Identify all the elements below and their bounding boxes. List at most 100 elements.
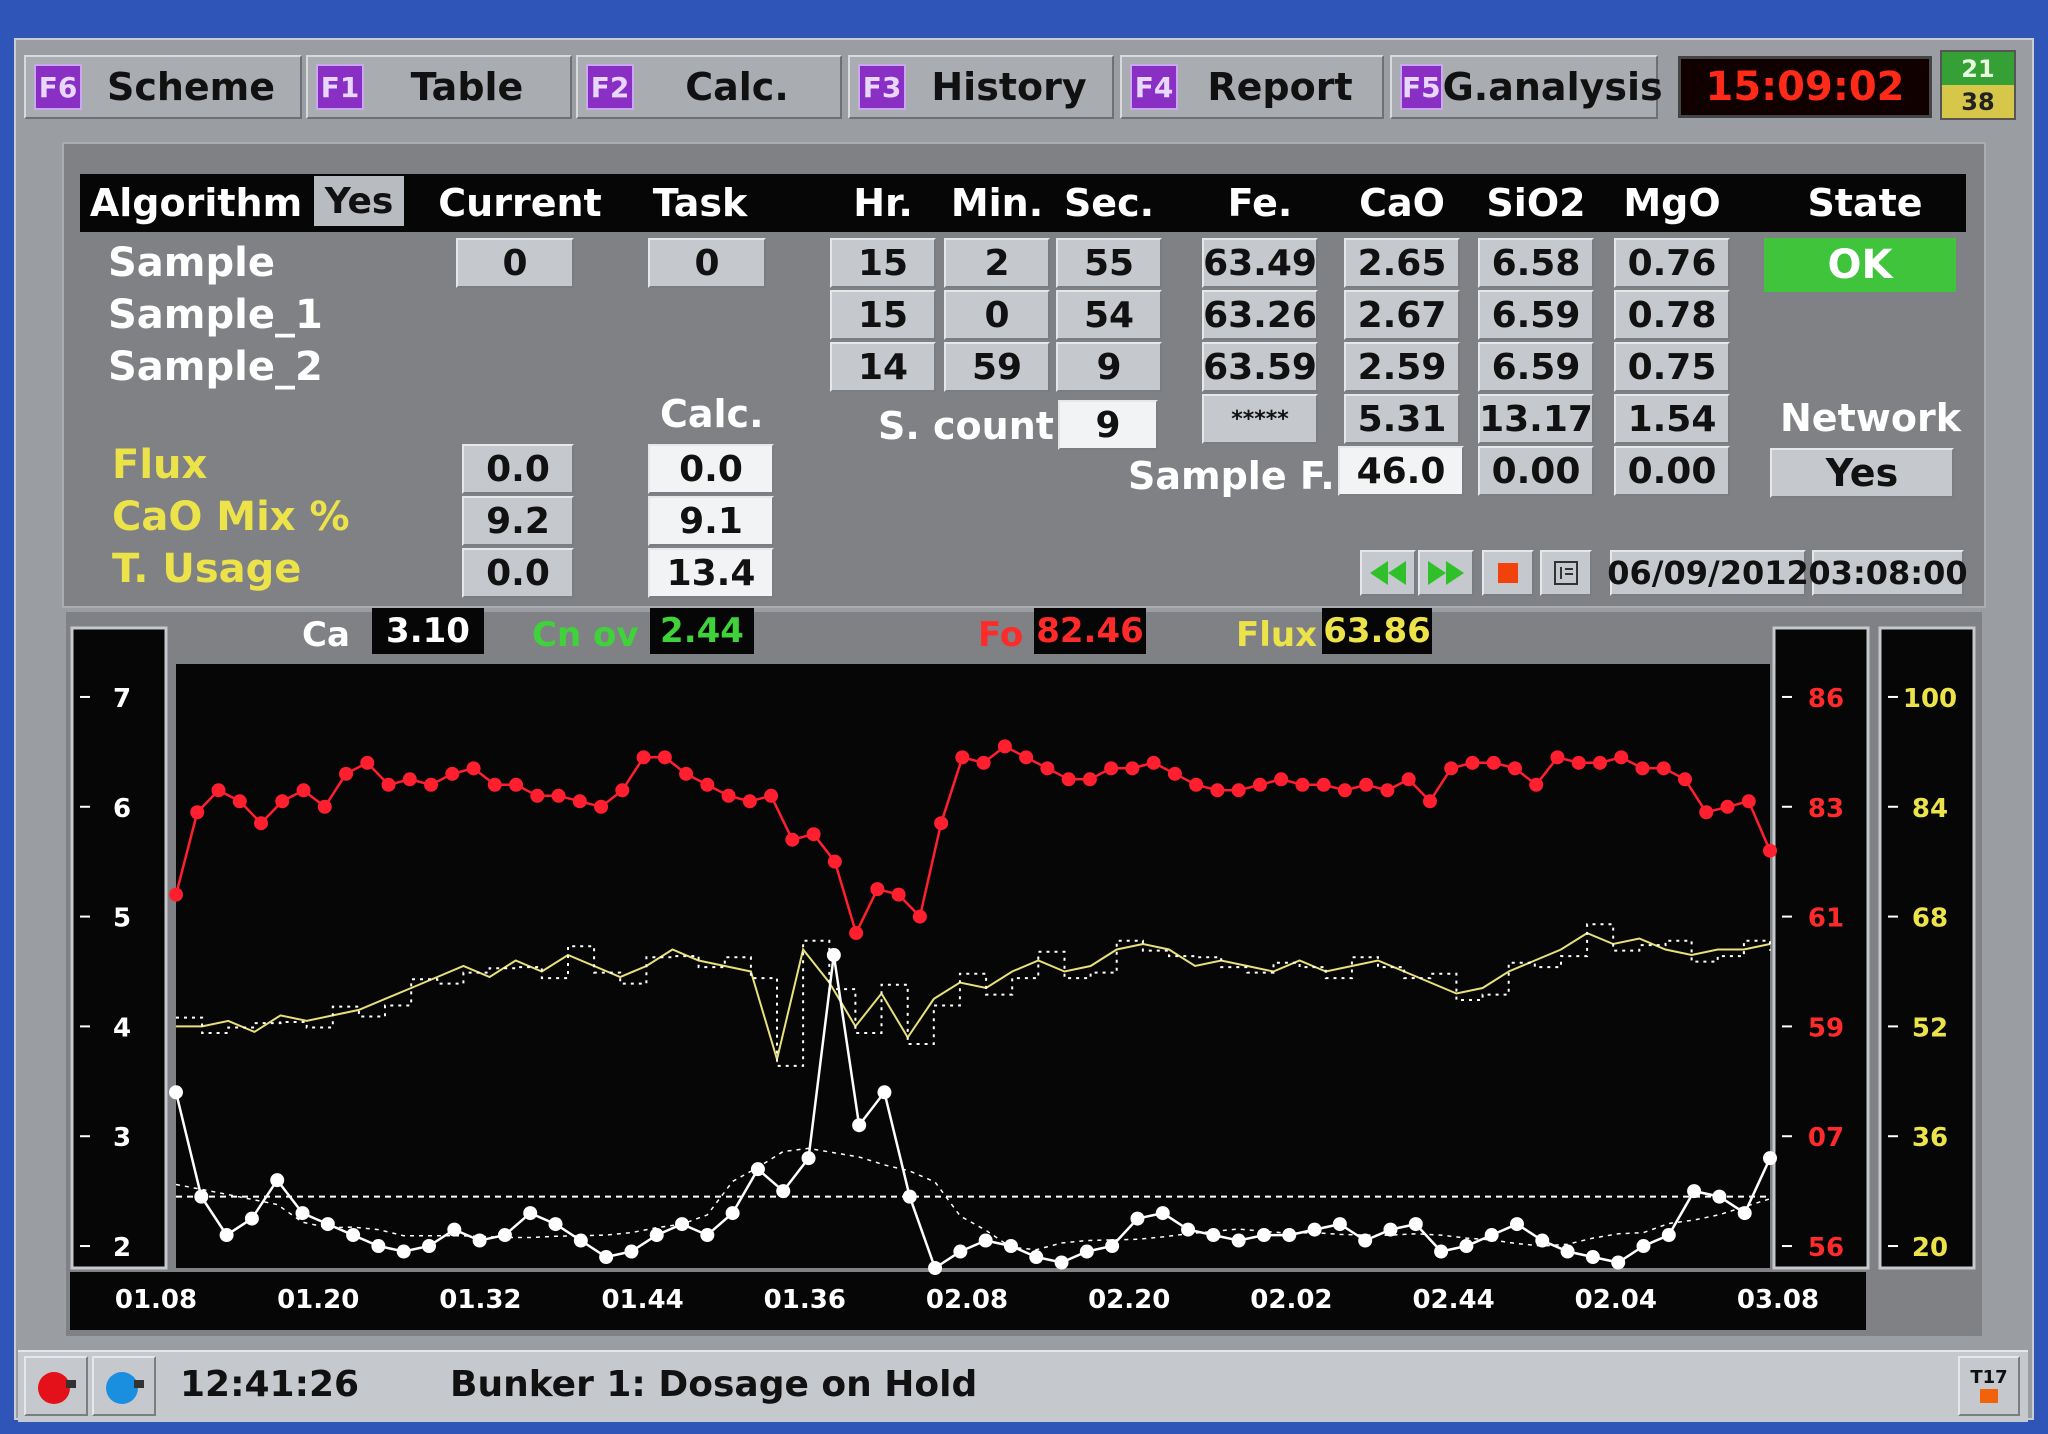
data-point-fo [891, 887, 906, 902]
data-point-fo [360, 755, 375, 770]
data-point-ca [1155, 1206, 1170, 1221]
data-point-fo [1720, 799, 1735, 814]
data-point-fo [806, 827, 821, 842]
data-point-ca [624, 1244, 639, 1259]
y2-tick-label: 83 [1808, 794, 1844, 824]
y3-tick-label: 84 [1912, 794, 1948, 824]
data-point-fo [572, 794, 587, 809]
data-point-fo [381, 777, 396, 792]
x-tick-label: 02.20 [1088, 1285, 1170, 1315]
data-point-ca [877, 1085, 892, 1100]
data-point-fo [424, 777, 439, 792]
data-point-fo [1380, 783, 1395, 798]
data-point-fo [1529, 777, 1544, 792]
data-point-fo [1082, 772, 1097, 787]
data-point-fo [1231, 783, 1246, 798]
data-point-ca [1408, 1217, 1423, 1232]
data-point-fo [1677, 772, 1692, 787]
data-point-fo [1125, 761, 1140, 776]
y-tick-label: 5 [113, 904, 131, 934]
data-point-fo [849, 926, 864, 941]
data-point-fo [317, 799, 332, 814]
data-point-fo [1571, 755, 1586, 770]
data-point-fo [1401, 772, 1416, 787]
data-point-ca [953, 1244, 968, 1259]
info-button[interactable] [92, 1356, 156, 1416]
x-tick-label: 01.20 [277, 1285, 359, 1315]
data-point-fo [1252, 777, 1267, 792]
data-point-ca [1459, 1239, 1474, 1254]
data-point-fo [1295, 777, 1310, 792]
data-point-ca [1256, 1228, 1271, 1243]
data-point-fo [551, 788, 566, 803]
data-point-fo [934, 816, 949, 831]
data-point-fo [742, 794, 757, 809]
data-point-fo [827, 854, 842, 869]
data-point-fo [1486, 755, 1501, 770]
data-point-ca [1105, 1239, 1120, 1254]
x-tick-label: 01.36 [764, 1285, 846, 1315]
data-point-fo [1167, 766, 1182, 781]
data-point-fo [976, 755, 991, 770]
data-point-ca [725, 1206, 740, 1221]
data-point-fo [700, 777, 715, 792]
data-point-ca [1611, 1255, 1626, 1270]
data-point-ca [548, 1217, 563, 1232]
trend-chart: 7 6 5 4 3 2 86 83 61 59 07 56 100 84 68 52 36 20 01.08 01.2… [70, 626, 1976, 1315]
data-point-ca [371, 1239, 386, 1254]
data-point-ca [422, 1239, 437, 1254]
data-point-ca [928, 1261, 943, 1275]
x-tick-label: 01.44 [601, 1285, 683, 1315]
y-tick-label: 2 [113, 1233, 131, 1263]
data-point-ca [978, 1233, 993, 1248]
data-point-fo [1656, 761, 1671, 776]
y3-tick-label: 52 [1912, 1013, 1948, 1043]
data-point-fo [1444, 761, 1459, 776]
data-point-ca [169, 1085, 183, 1100]
data-point-fo [530, 788, 545, 803]
data-point-fo [785, 832, 800, 847]
data-point-ca [219, 1228, 234, 1243]
y-tick-label: 3 [113, 1123, 131, 1153]
data-point-fo [1741, 794, 1756, 809]
data-point-fo [1019, 750, 1034, 765]
data-point-fo [912, 909, 927, 924]
data-point-ca [1687, 1184, 1702, 1199]
data-point-ca [1130, 1211, 1145, 1226]
data-point-ca [447, 1222, 462, 1237]
y-tick-label: 4 [113, 1013, 131, 1043]
data-point-ca [801, 1151, 816, 1166]
data-point-ca [1661, 1228, 1676, 1243]
data-point-fo [275, 794, 290, 809]
data-point-fo [1040, 761, 1055, 776]
x-tick-label: 02.04 [1575, 1285, 1657, 1315]
data-point-ca [346, 1228, 361, 1243]
alarm-button[interactable] [24, 1356, 88, 1416]
data-point-fo [1337, 783, 1352, 798]
data-point-fo [997, 739, 1012, 754]
data-point-ca [1206, 1228, 1221, 1243]
data-point-fo [466, 761, 481, 776]
data-point-fo [232, 794, 247, 809]
data-point-ca [1585, 1250, 1600, 1265]
data-point-fo [445, 766, 460, 781]
data-point-ca [396, 1244, 411, 1259]
data-point-fo [657, 750, 672, 765]
data-point-ca [523, 1206, 538, 1221]
data-point-ca [1054, 1255, 1069, 1270]
data-point-ca [1231, 1233, 1246, 1248]
status-time: 12:41:26 [180, 1364, 360, 1405]
data-point-fo [1465, 755, 1480, 770]
data-point-fo [402, 772, 417, 787]
data-point-ca [244, 1211, 259, 1226]
y3-tick-label: 100 [1903, 684, 1957, 714]
x-tick-label: 03.08 [1737, 1285, 1819, 1315]
data-point-fo [487, 777, 502, 792]
blue-indicator-icon [106, 1372, 144, 1404]
data-point-fo [1210, 783, 1225, 798]
data-point-ca [1560, 1244, 1575, 1259]
data-point-fo [636, 750, 651, 765]
data-point-ca [1636, 1239, 1651, 1254]
data-point-fo [1507, 761, 1522, 776]
data-point-fo [190, 805, 205, 820]
